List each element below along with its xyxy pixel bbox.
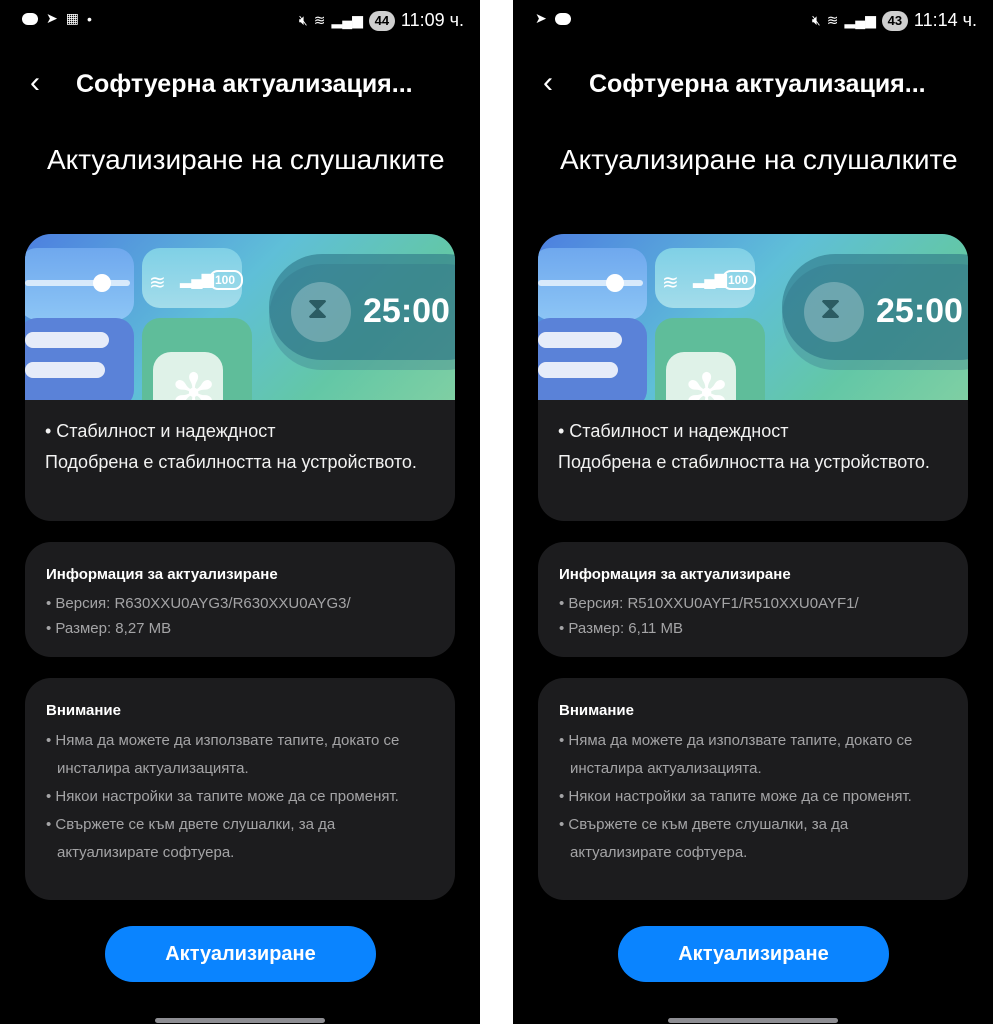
clock: 11:14 ч. (913, 10, 977, 30)
wifi-icon: ≋ (313, 12, 326, 28)
slider-knob-graphic (93, 274, 111, 292)
signal-icon: ▂▄▆ (331, 12, 363, 28)
slider-knob-graphic (606, 274, 624, 292)
signal-icon: ▂▄▆ (180, 271, 214, 288)
wifi-icon: ≋ (662, 272, 679, 294)
fan-icon: ✻ (684, 364, 730, 400)
signal-icon: ▂▄▆ (693, 271, 727, 288)
main-notes: • Стабилност и надеждност Подобрена е ст… (538, 400, 968, 478)
back-chevron-icon[interactable]: ‹ (543, 68, 553, 98)
notes-text: Подобрена е стабилността на устройството… (45, 452, 417, 472)
telegram-icon: ➤ (535, 10, 547, 26)
battery-badge: 43 (881, 10, 908, 31)
earbuds-banner: ≋ ▂▄▆ 100 ✻ ⧗ 25:00 (25, 234, 455, 400)
screenshot-pair: ➤ ▦ • 🔇︎ ≋ ▂▄▆ 44 11:09 ч. ‹ Софтуерна а… (0, 0, 993, 1024)
warning-card: Внимание • Няма да можете да използвате … (25, 678, 455, 900)
status-bar: ➤ ▦ • 🔇︎ ≋ ▂▄▆ 44 11:09 ч. (0, 8, 480, 34)
info-heading: Информация за актуализиране (46, 566, 278, 583)
wifi-icon: ≋ (826, 12, 839, 28)
banner-tile (25, 318, 134, 400)
warning-item: • Няма да можете да използвате тапите, д… (46, 732, 400, 777)
battery-icon: 100 (722, 270, 756, 290)
notes-bullet: • Стабилност и надеждност (558, 421, 789, 441)
hourglass-icon: ⧗ (820, 292, 842, 325)
battery-icon: 100 (209, 270, 243, 290)
teams-icon: ▦ (65, 10, 79, 26)
warning-card: Внимание • Няма да можете да използвате … (538, 678, 968, 900)
version-line: • Версия: R510XXU0AYF1/R510XXU0AYF1/ (559, 595, 859, 612)
status-bar: ➤ 🔇︎ ≋ ▂▄▆ 43 11:14 ч. (513, 8, 993, 34)
earbuds-banner: ≋ ▂▄▆ 100 ✻ ⧗ 25:00 (538, 234, 968, 400)
list-graphic (25, 362, 105, 378)
timer-text: 25:00 (876, 292, 963, 330)
telegram-icon: ➤ (46, 10, 58, 26)
wifi-icon: ≋ (149, 272, 166, 294)
update-button[interactable]: Актуализиране (105, 926, 376, 982)
list-graphic (538, 332, 622, 348)
list-graphic (25, 332, 109, 348)
size-line: • Размер: 8,27 MB (46, 620, 172, 637)
mute-icon: 🔇︎ (811, 12, 821, 28)
size-line: • Размер: 6,11 MB (559, 620, 684, 637)
page-title: Актуализиране на слушалките (47, 144, 445, 175)
info-heading: Информация за актуализиране (559, 566, 791, 583)
header-title: Софтуерна актуализация... (589, 70, 926, 98)
chat-bubble-icon (22, 12, 38, 25)
app-header: ‹ Софтуерна актуализация... (0, 62, 480, 106)
signal-icon: ▂▄▆ (844, 12, 876, 28)
banner-tile (538, 318, 647, 400)
update-info-card: Информация за актуализиране • Версия: R6… (25, 542, 455, 657)
fan-icon: ✻ (171, 364, 217, 400)
list-graphic (538, 362, 618, 378)
phone-screen-right: ➤ 🔇︎ ≋ ▂▄▆ 43 11:14 ч. ‹ Софтуерна актуа… (513, 0, 993, 1024)
warning-item: • Няма да можете да използвате тапите, д… (559, 732, 913, 777)
home-indicator[interactable] (155, 1018, 325, 1023)
header-title: Софтуерна актуализация... (76, 70, 413, 98)
chat-bubble-icon (554, 12, 571, 25)
mute-icon: 🔇︎ (298, 12, 308, 28)
phone-screen-left: ➤ ▦ • 🔇︎ ≋ ▂▄▆ 44 11:09 ч. ‹ Софтуерна а… (0, 0, 480, 1024)
warning-item: • Свържете се към двете слушалки, за да … (559, 816, 849, 861)
timer-text: 25:00 (363, 292, 450, 330)
warning-item: • Някои настройки за тапите може да се п… (559, 788, 912, 805)
home-indicator[interactable] (668, 1018, 838, 1023)
warning-item: • Свържете се към двете слушалки, за да … (46, 816, 336, 861)
warning-heading: Внимание (46, 702, 121, 719)
dot-icon: • (86, 10, 92, 27)
page-title: Актуализиране на слушалките (560, 144, 958, 175)
app-header: ‹ Софтуерна актуализация... (513, 62, 993, 106)
slider-graphic (538, 280, 643, 286)
update-info-card: Информация за актуализиране • Версия: R5… (538, 542, 968, 657)
update-button[interactable]: Актуализиране (618, 926, 889, 982)
slider-graphic (25, 280, 130, 286)
update-description-card: ≋ ▂▄▆ 100 ✻ ⧗ 25:00 • Стабилност и надеж… (538, 234, 968, 521)
clock: 11:09 ч. (400, 10, 464, 30)
update-description-card: ≋ ▂▄▆ 100 ✻ ⧗ 25:00 • Стабилност и надеж… (25, 234, 455, 521)
version-line: • Версия: R630XXU0AYG3/R630XXU0AYG3/ (46, 595, 351, 612)
warning-heading: Внимание (559, 702, 634, 719)
battery-badge: 44 (368, 10, 395, 31)
hourglass-icon: ⧗ (307, 292, 329, 325)
notes-text: Подобрена е стабилността на устройството… (558, 452, 930, 472)
back-chevron-icon[interactable]: ‹ (30, 68, 40, 98)
notes-bullet: • Стабилност и надеждност (45, 421, 276, 441)
main-notes: • Стабилност и надеждност Подобрена е ст… (25, 400, 455, 478)
warning-item: • Някои настройки за тапите може да се п… (46, 788, 399, 805)
